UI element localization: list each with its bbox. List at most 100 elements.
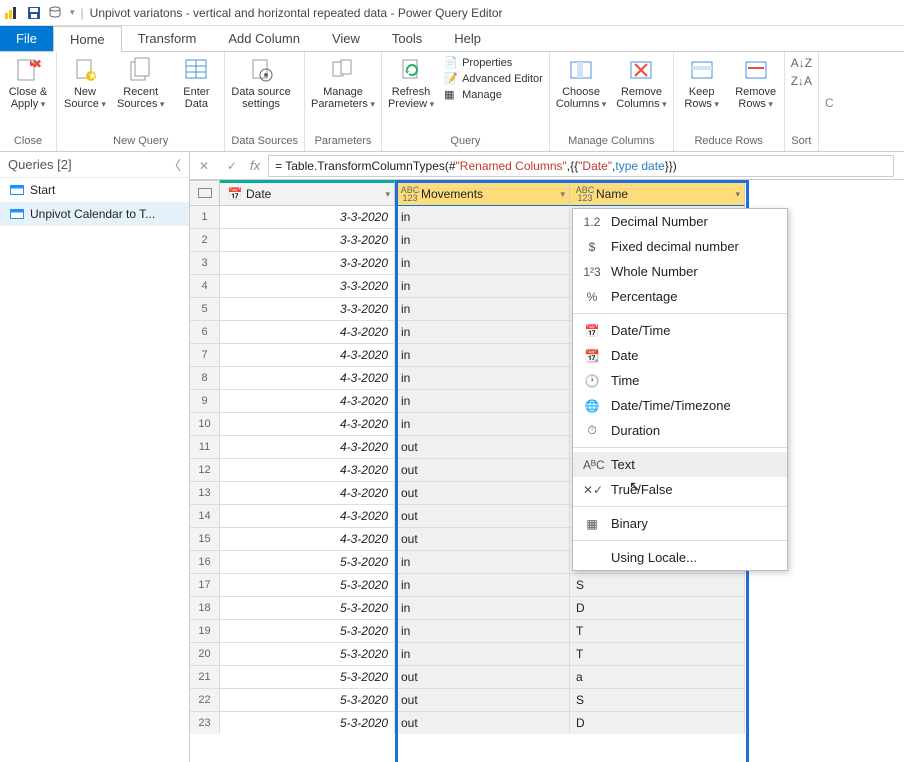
- row-number[interactable]: 5: [190, 298, 220, 321]
- cell-movements[interactable]: in: [395, 413, 570, 436]
- cell-name[interactable]: D: [570, 712, 745, 734]
- cell-name[interactable]: S: [570, 689, 745, 712]
- cell-movements[interactable]: in: [395, 551, 570, 574]
- abc123-type-icon[interactable]: ABC 123: [399, 186, 421, 202]
- cell-date[interactable]: 3-3-2020: [220, 275, 395, 298]
- cell-movements[interactable]: in: [395, 321, 570, 344]
- cell-movements[interactable]: out: [395, 505, 570, 528]
- formula-input[interactable]: = Table.TransformColumnTypes(#"Renamed C…: [268, 155, 894, 177]
- row-number[interactable]: 22: [190, 689, 220, 712]
- tab-tools[interactable]: Tools: [376, 26, 438, 51]
- row-number[interactable]: 7: [190, 344, 220, 367]
- cell-movements[interactable]: in: [395, 252, 570, 275]
- type-menu-item[interactable]: ▦Binary: [573, 511, 787, 536]
- remove-columns-button[interactable]: Remove Columns: [616, 56, 666, 135]
- row-number[interactable]: 16: [190, 551, 220, 574]
- type-menu-item[interactable]: 1²3Whole Number: [573, 259, 787, 284]
- remove-rows-button[interactable]: Remove Rows: [734, 56, 778, 135]
- cell-movements[interactable]: out: [395, 712, 570, 734]
- cell-date[interactable]: 4-3-2020: [220, 436, 395, 459]
- row-number[interactable]: 21: [190, 666, 220, 689]
- close-apply-button[interactable]: ✖ Close & Apply: [6, 56, 50, 135]
- abc123-type-icon[interactable]: ABC 123: [574, 186, 596, 202]
- cell-name[interactable]: T: [570, 620, 745, 643]
- row-number[interactable]: 18: [190, 597, 220, 620]
- cell-movements[interactable]: in: [395, 275, 570, 298]
- cell-date[interactable]: 5-3-2020: [220, 643, 395, 666]
- sort-asc-button[interactable]: A↓Z: [791, 56, 812, 70]
- cell-date[interactable]: 3-3-2020: [220, 206, 395, 229]
- data-source-settings-button[interactable]: Data source settings: [231, 56, 290, 135]
- cell-date[interactable]: 5-3-2020: [220, 666, 395, 689]
- type-menu-item[interactable]: 🌐Date/Time/Timezone: [573, 393, 787, 418]
- advanced-editor-button[interactable]: 📝Advanced Editor: [444, 72, 543, 86]
- cell-name[interactable]: T: [570, 643, 745, 666]
- row-number[interactable]: 12: [190, 459, 220, 482]
- table-row[interactable]: 134-3-2020out: [190, 482, 904, 505]
- type-menu-item[interactable]: %Percentage: [573, 284, 787, 309]
- column-header-name[interactable]: ABC 123 Name ▾: [570, 180, 745, 206]
- manage-button[interactable]: ▦Manage: [444, 88, 543, 102]
- type-menu-item[interactable]: 1.2Decimal Number: [573, 209, 787, 234]
- type-menu-item[interactable]: AᴮCText: [573, 452, 787, 477]
- filter-dropdown-icon[interactable]: ▾: [560, 189, 565, 200]
- table-row[interactable]: 225-3-2020outS: [190, 689, 904, 712]
- cell-date[interactable]: 4-3-2020: [220, 390, 395, 413]
- cancel-formula-icon[interactable]: ✕: [194, 156, 214, 176]
- cell-name[interactable]: D: [570, 597, 745, 620]
- row-number[interactable]: 3: [190, 252, 220, 275]
- cell-movements[interactable]: in: [395, 643, 570, 666]
- keep-rows-button[interactable]: Keep Rows: [680, 56, 724, 135]
- table-row[interactable]: 33-3-2020in: [190, 252, 904, 275]
- cell-movements[interactable]: in: [395, 367, 570, 390]
- column-header-date[interactable]: Date ▾: [220, 180, 395, 206]
- type-menu-item[interactable]: ⏱Duration: [573, 418, 787, 443]
- row-number[interactable]: 4: [190, 275, 220, 298]
- cell-movements[interactable]: in: [395, 298, 570, 321]
- cell-date[interactable]: 5-3-2020: [220, 689, 395, 712]
- type-menu-item[interactable]: Using Locale...: [573, 545, 787, 570]
- column-header-movements[interactable]: ABC 123 Movements ▾: [395, 180, 570, 206]
- table-row[interactable]: 74-3-2020in: [190, 344, 904, 367]
- row-number[interactable]: 1: [190, 206, 220, 229]
- cell-date[interactable]: 4-3-2020: [220, 459, 395, 482]
- table-row[interactable]: 84-3-2020in: [190, 367, 904, 390]
- tab-view[interactable]: View: [316, 26, 376, 51]
- cell-movements[interactable]: in: [395, 206, 570, 229]
- row-number[interactable]: 6: [190, 321, 220, 344]
- cell-date[interactable]: 4-3-2020: [220, 321, 395, 344]
- cell-date[interactable]: 4-3-2020: [220, 344, 395, 367]
- table-row[interactable]: 144-3-2020out: [190, 505, 904, 528]
- table-row[interactable]: 185-3-2020inD: [190, 597, 904, 620]
- table-row[interactable]: 43-3-2020in: [190, 275, 904, 298]
- row-number[interactable]: 15: [190, 528, 220, 551]
- collapse-queries-icon[interactable]: 〈: [168, 155, 181, 174]
- table-row[interactable]: 165-3-2020ina: [190, 551, 904, 574]
- new-source-button[interactable]: ★ New Source: [63, 56, 107, 135]
- tab-transform[interactable]: Transform: [122, 26, 213, 51]
- refresh-preview-button[interactable]: Refresh Preview: [388, 56, 434, 135]
- table-row[interactable]: 205-3-2020inT: [190, 643, 904, 666]
- row-number[interactable]: 20: [190, 643, 220, 666]
- cell-date[interactable]: 4-3-2020: [220, 505, 395, 528]
- accept-formula-icon[interactable]: ✓: [222, 156, 242, 176]
- cell-date[interactable]: 5-3-2020: [220, 574, 395, 597]
- table-row[interactable]: 104-3-2020in: [190, 413, 904, 436]
- table-row[interactable]: 23-3-2020in: [190, 229, 904, 252]
- table-row[interactable]: 124-3-2020out: [190, 459, 904, 482]
- table-icon-corner[interactable]: [190, 180, 220, 206]
- table-row[interactable]: 64-3-2020in: [190, 321, 904, 344]
- cell-date[interactable]: 5-3-2020: [220, 620, 395, 643]
- tab-help[interactable]: Help: [438, 26, 497, 51]
- row-number[interactable]: 9: [190, 390, 220, 413]
- query-item[interactable]: Start: [0, 178, 189, 202]
- table-row[interactable]: 215-3-2020outa: [190, 666, 904, 689]
- type-menu-item[interactable]: 📅Date/Time: [573, 318, 787, 343]
- type-menu-item[interactable]: 📆Date: [573, 343, 787, 368]
- tab-file[interactable]: File: [0, 26, 53, 51]
- manage-parameters-button[interactable]: Manage Parameters: [311, 56, 375, 135]
- cell-name[interactable]: S: [570, 574, 745, 597]
- cell-movements[interactable]: in: [395, 344, 570, 367]
- cell-date[interactable]: 4-3-2020: [220, 413, 395, 436]
- table-row[interactable]: 53-3-2020in: [190, 298, 904, 321]
